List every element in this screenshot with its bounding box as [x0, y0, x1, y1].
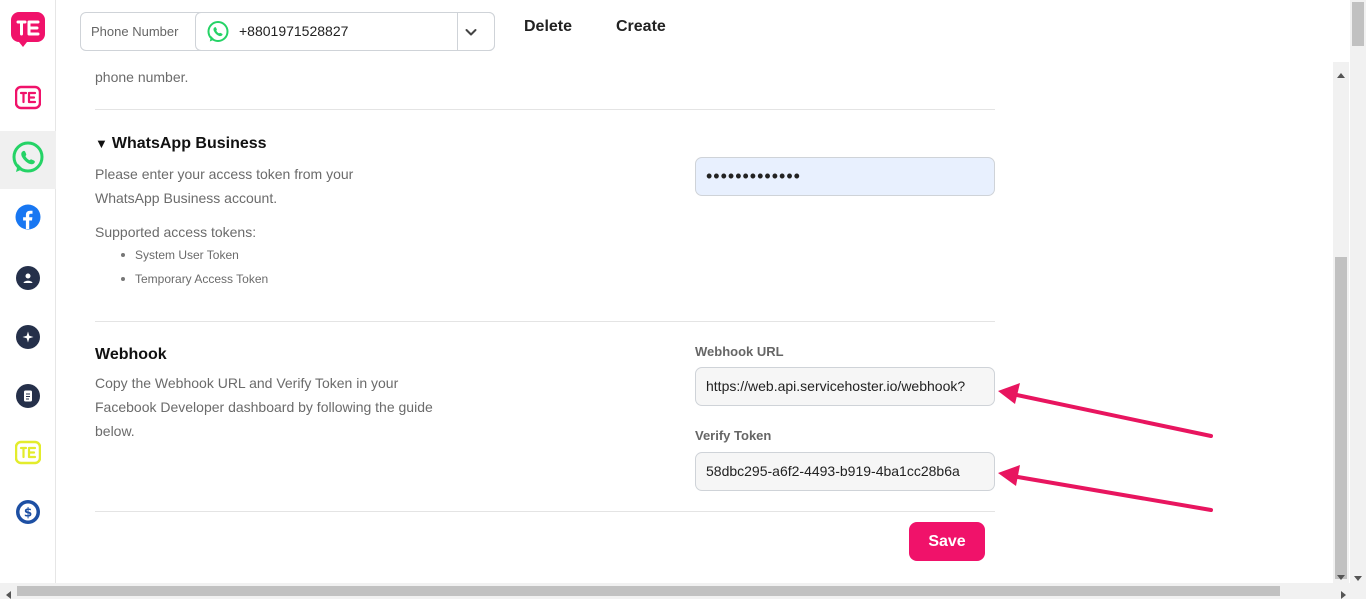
top-bar: Phone Number +8801971528827 Delete Creat…: [56, 0, 1350, 62]
webhook-description-line2: Facebook Developer dashboard by followin…: [95, 399, 433, 415]
brand-logo-icon: [9, 10, 47, 53]
rail-item-app-yellow[interactable]: [0, 426, 56, 484]
phone-number-select[interactable]: +8801971528827: [195, 12, 495, 51]
scroll-left-arrow-icon[interactable]: [4, 587, 12, 605]
divider: [95, 511, 995, 512]
scroll-up-arrow-icon[interactable]: [1336, 66, 1346, 84]
rail-item-facebook[interactable]: [0, 190, 56, 248]
facebook-icon: [15, 204, 41, 235]
webhook-url-field[interactable]: https://web.api.servicehoster.io/webhook…: [695, 367, 995, 406]
rail-item-documents[interactable]: [0, 367, 56, 425]
list-item: Temporary Access Token: [119, 267, 268, 291]
webhook-description-line3: below.: [95, 423, 135, 439]
contacts-icon: [16, 266, 40, 290]
create-button[interactable]: Create: [616, 18, 666, 36]
rail-item-whatsapp[interactable]: [0, 131, 56, 189]
phone-number-value: +8801971528827: [239, 23, 349, 39]
document-icon: [16, 384, 40, 408]
annotation-arrows: [998, 383, 1213, 512]
verify-token-label: Verify Token: [695, 428, 772, 443]
select-divider: [457, 13, 458, 50]
left-nav-rail: $: [0, 0, 56, 583]
rail-item-contacts[interactable]: [0, 249, 56, 307]
sparkle-icon: [16, 325, 40, 349]
scroll-right-arrow-icon[interactable]: [1340, 587, 1348, 605]
rail-item-billing[interactable]: $: [0, 485, 56, 543]
whatsapp-icon: [206, 20, 230, 49]
access-token-input[interactable]: •••••••••••••: [695, 157, 995, 196]
whatsapp-business-title: WhatsApp Business: [111, 135, 267, 152]
divider: [95, 109, 995, 110]
webhook-title: Webhook: [95, 346, 167, 363]
whatsapp-business-description-line2: WhatsApp Business account.: [95, 190, 278, 206]
billing-icon: $: [15, 499, 41, 530]
whatsapp-icon: [10, 140, 46, 181]
intro-tail-text: phone number.: [95, 69, 189, 85]
disclosure-triangle-icon: ▼: [95, 136, 108, 151]
phone-number-group: Phone Number +8801971528827: [80, 12, 495, 51]
annotation-arrow-webhook-url: [998, 383, 1213, 438]
annotation-arrow-verify-token: [998, 465, 1213, 512]
delete-button[interactable]: Delete: [524, 18, 572, 36]
rail-item-app[interactable]: [0, 71, 56, 129]
divider: [95, 321, 995, 322]
rail-item-ai[interactable]: [0, 308, 56, 366]
outer-vertical-scrollbar[interactable]: [1350, 0, 1366, 583]
phone-number-label: Phone Number: [91, 24, 179, 39]
vertical-scrollbar-thumb[interactable]: [1335, 257, 1347, 579]
chevron-down-icon[interactable]: [464, 25, 478, 44]
rail-item-brand[interactable]: [0, 2, 56, 60]
webhook-description-line1: Copy the Webhook URL and Verify Token in…: [95, 375, 399, 391]
list-item: System User Token: [119, 243, 268, 267]
svg-text:$: $: [24, 505, 32, 519]
supported-tokens-label: Supported access tokens:: [95, 224, 257, 240]
supported-tokens-list: System User Token Temporary Access Token: [119, 243, 268, 291]
horizontal-scrollbar-thumb[interactable]: [17, 586, 1280, 596]
verify-token-field[interactable]: 58dbc295-a6f2-4493-b919-4ba1cc28b6a: [695, 452, 995, 491]
outer-vertical-scrollbar-thumb[interactable]: [1352, 2, 1364, 46]
webhook-url-label: Webhook URL: [695, 344, 784, 359]
app-logo-yellow-icon: [14, 440, 42, 471]
whatsapp-business-description-line1: Please enter your access token from your: [95, 166, 354, 182]
app-logo-icon: [14, 85, 42, 116]
save-button[interactable]: Save: [909, 522, 985, 561]
whatsapp-business-heading[interactable]: ▼ WhatsApp Business: [95, 135, 267, 153]
